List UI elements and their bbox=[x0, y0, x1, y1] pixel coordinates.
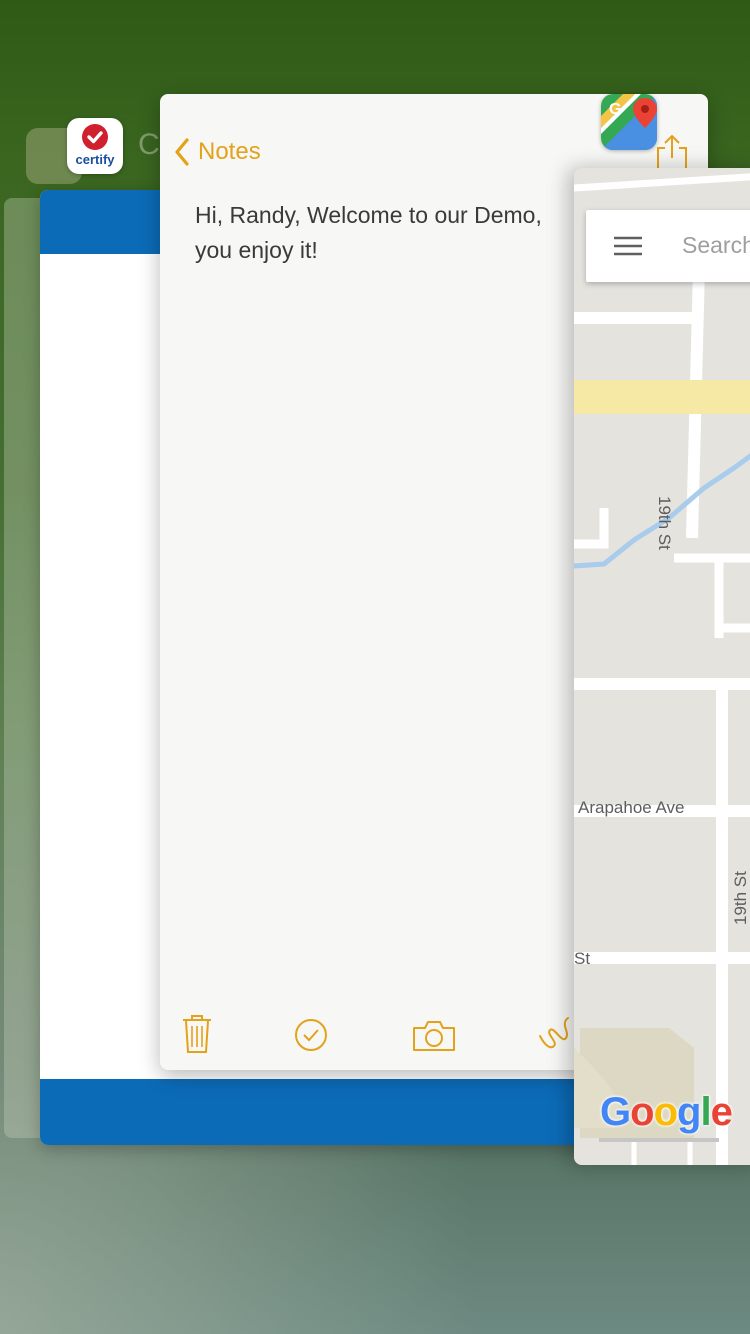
notes-back-button[interactable]: Notes bbox=[174, 138, 261, 166]
certify-footer-bar bbox=[40, 1079, 640, 1145]
checkmark-icon bbox=[82, 124, 108, 150]
camera-icon[interactable] bbox=[412, 1020, 456, 1057]
notes-back-label: Notes bbox=[198, 138, 261, 165]
chevron-left-icon bbox=[175, 138, 189, 166]
checklist-icon[interactable] bbox=[294, 1018, 328, 1057]
street-label: St bbox=[574, 949, 591, 968]
google-maps-app-card[interactable]: Search 19th St Arapahoe Ave 19th St St G… bbox=[574, 168, 750, 1165]
map-search-bar[interactable]: Search bbox=[586, 210, 750, 282]
google-maps-app-icon: G bbox=[601, 94, 657, 150]
svg-text:G: G bbox=[609, 101, 621, 118]
map-view[interactable] bbox=[574, 168, 750, 1165]
menu-icon[interactable] bbox=[614, 236, 642, 256]
street-label: 19th St bbox=[655, 496, 674, 550]
certify-icon-label: certify bbox=[75, 152, 115, 167]
background-app-title: C bbox=[138, 128, 160, 161]
trash-icon[interactable] bbox=[182, 1014, 212, 1059]
map-search-placeholder: Search bbox=[682, 232, 750, 258]
certify-app-icon: certify bbox=[67, 118, 123, 174]
street-label: 19th St bbox=[731, 871, 750, 925]
street-label: Arapahoe Ave bbox=[578, 798, 685, 817]
sketch-icon[interactable] bbox=[538, 1014, 574, 1057]
google-logo: Google bbox=[600, 1090, 733, 1134]
